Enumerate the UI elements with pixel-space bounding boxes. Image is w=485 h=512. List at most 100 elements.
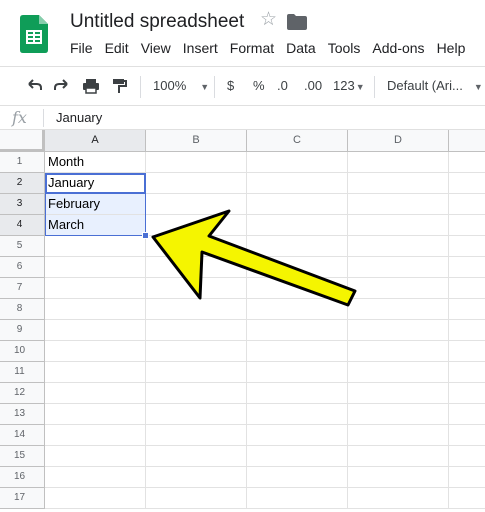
cell-a15[interactable] (45, 446, 146, 467)
cell[interactable] (449, 236, 485, 257)
cell-d17[interactable] (348, 488, 449, 509)
menu-format[interactable]: Format (224, 40, 280, 56)
cell-d9[interactable] (348, 320, 449, 341)
row-header-2[interactable]: 2 (0, 173, 45, 194)
column-header[interactable] (449, 130, 485, 152)
cell-c10[interactable] (247, 341, 348, 362)
menu-help[interactable]: Help (431, 40, 472, 56)
percent-format-button[interactable]: % (253, 78, 265, 93)
row-header-12[interactable]: 12 (0, 383, 45, 404)
print-icon[interactable] (82, 77, 100, 95)
cell-c17[interactable] (247, 488, 348, 509)
row-header-11[interactable]: 11 (0, 362, 45, 383)
cell[interactable] (449, 173, 485, 194)
cell-b13[interactable] (146, 404, 247, 425)
menu-add-ons[interactable]: Add-ons (366, 40, 430, 56)
formula-input[interactable]: January (56, 110, 102, 125)
cell-b15[interactable] (146, 446, 247, 467)
cell-b16[interactable] (146, 467, 247, 488)
undo-icon[interactable] (25, 77, 43, 95)
cell-b14[interactable] (146, 425, 247, 446)
cell-a3[interactable]: February (45, 194, 146, 215)
cell[interactable] (449, 341, 485, 362)
cell-b2[interactable] (146, 173, 247, 194)
cell-a10[interactable] (45, 341, 146, 362)
cell-c1[interactable] (247, 152, 348, 173)
cell[interactable] (449, 152, 485, 173)
cell-d16[interactable] (348, 467, 449, 488)
decrease-decimal-button[interactable]: .0 (277, 78, 288, 93)
cell-b17[interactable] (146, 488, 247, 509)
cell-d12[interactable] (348, 383, 449, 404)
cell-a11[interactable] (45, 362, 146, 383)
cell-a1[interactable]: Month (45, 152, 146, 173)
row-header-14[interactable]: 14 (0, 425, 45, 446)
cell-a9[interactable] (45, 320, 146, 341)
cell[interactable] (449, 257, 485, 278)
cell[interactable] (449, 446, 485, 467)
cell-b12[interactable] (146, 383, 247, 404)
column-header-d[interactable]: D (348, 130, 449, 152)
menu-view[interactable]: View (135, 40, 177, 56)
cell-c14[interactable] (247, 425, 348, 446)
cell-a17[interactable] (45, 488, 146, 509)
cell-d13[interactable] (348, 404, 449, 425)
cell-a7[interactable] (45, 278, 146, 299)
menu-file[interactable]: File (64, 40, 99, 56)
select-all-corner[interactable] (0, 130, 45, 152)
cell-a13[interactable] (45, 404, 146, 425)
currency-format-button[interactable]: $ (227, 78, 234, 93)
more-formats-button[interactable]: 123▼ (333, 78, 365, 93)
row-header-8[interactable]: 8 (0, 299, 45, 320)
menu-insert[interactable]: Insert (177, 40, 224, 56)
sheets-logo-icon[interactable] (20, 15, 48, 53)
zoom-select[interactable]: 100% ▼ (153, 78, 209, 93)
row-header-3[interactable]: 3 (0, 194, 45, 215)
cell-a5[interactable] (45, 236, 146, 257)
cell-d14[interactable] (348, 425, 449, 446)
cell[interactable] (449, 278, 485, 299)
row-header-4[interactable]: 4 (0, 215, 45, 236)
increase-decimal-button[interactable]: .00 (304, 78, 322, 93)
cell[interactable] (449, 215, 485, 236)
cell[interactable] (449, 320, 485, 341)
cell-a14[interactable] (45, 425, 146, 446)
cell[interactable] (449, 194, 485, 215)
cell-b11[interactable] (146, 362, 247, 383)
row-header-16[interactable]: 16 (0, 467, 45, 488)
cell-a12[interactable] (45, 383, 146, 404)
cell-c11[interactable] (247, 362, 348, 383)
row-header-15[interactable]: 15 (0, 446, 45, 467)
cell-c9[interactable] (247, 320, 348, 341)
cell-d10[interactable] (348, 341, 449, 362)
document-title[interactable]: Untitled spreadsheet (70, 11, 244, 33)
row-header-5[interactable]: 5 (0, 236, 45, 257)
star-icon[interactable]: ☆ (260, 10, 277, 29)
cell-b1[interactable] (146, 152, 247, 173)
folder-icon[interactable] (287, 14, 307, 30)
font-select[interactable]: Default (Ari... ▼ (387, 78, 483, 93)
cell-c12[interactable] (247, 383, 348, 404)
cell-b10[interactable] (146, 341, 247, 362)
cell[interactable] (449, 362, 485, 383)
row-header-6[interactable]: 6 (0, 257, 45, 278)
column-header-c[interactable]: C (247, 130, 348, 152)
cell-d15[interactable] (348, 446, 449, 467)
row-header-1[interactable]: 1 (0, 152, 45, 173)
cell-a8[interactable] (45, 299, 146, 320)
cell-c15[interactable] (247, 446, 348, 467)
cell-a2[interactable]: January (45, 173, 146, 194)
row-header-13[interactable]: 13 (0, 404, 45, 425)
cell-a16[interactable] (45, 467, 146, 488)
menu-edit[interactable]: Edit (99, 40, 135, 56)
cell[interactable] (449, 404, 485, 425)
menu-data[interactable]: Data (280, 40, 322, 56)
cell[interactable] (449, 488, 485, 509)
cell-c2[interactable] (247, 173, 348, 194)
cell-b9[interactable] (146, 320, 247, 341)
row-header-7[interactable]: 7 (0, 278, 45, 299)
cell-a6[interactable] (45, 257, 146, 278)
cell-d2[interactable] (348, 173, 449, 194)
cell-a4[interactable]: March (45, 215, 146, 236)
cell-d1[interactable] (348, 152, 449, 173)
